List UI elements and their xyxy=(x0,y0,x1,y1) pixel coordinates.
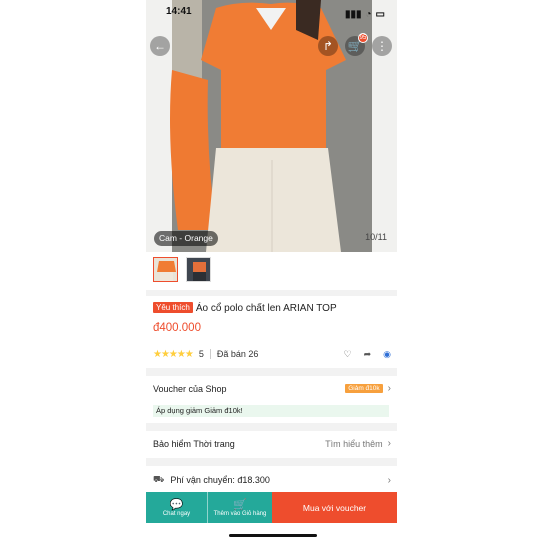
cart-plus-icon: 🛒 xyxy=(233,499,247,511)
status-time: 14:41 xyxy=(166,6,192,17)
variant-label: Cam - Orange xyxy=(154,231,218,246)
thumbnail-strip xyxy=(146,252,397,290)
wifi-icon: ◔ xyxy=(365,8,372,20)
more-icon: ⋮ xyxy=(376,39,388,53)
thumbnail-dark[interactable] xyxy=(186,257,211,282)
cart-badge: 95 xyxy=(358,33,368,43)
voucher-note: Áp dụng giảm Giảm đ10k! xyxy=(153,405,389,417)
product-price: đ400.000 xyxy=(153,322,201,334)
like-icon[interactable]: ♡ xyxy=(344,349,352,360)
chat-button[interactable]: 💬 Chat ngay xyxy=(146,492,208,523)
product-page: 14:41 ▮▮▮ ◔ ▭ ← ↱ 🛒 95 ⋮ Cam - Orange 10… xyxy=(146,0,397,543)
product-title-row: Yêu thích Áo cổ polo chất len ARIAN TOP xyxy=(153,302,393,316)
divider xyxy=(146,290,397,296)
favorite-tag: Yêu thích xyxy=(153,302,193,313)
chat-label: Chat ngay xyxy=(162,511,191,517)
battery-icon: ▭ xyxy=(375,8,385,20)
bottom-action-bar: 💬 Chat ngay 🛒 Thêm vào Giỏ hàng Mua với … xyxy=(146,492,397,523)
rating-row: ★★★★★ 5 Đã bán 26 ♡ ➦ ◉ xyxy=(153,347,391,361)
insurance-row[interactable]: Bảo hiểm Thời trang Tìm hiểu thêm › xyxy=(153,438,391,449)
sold-count: Đã bán 26 xyxy=(216,349,259,359)
learn-more-link[interactable]: Tìm hiểu thêm xyxy=(325,439,383,449)
buy-with-voucher-button[interactable]: Mua với voucher xyxy=(272,492,397,523)
share-icon[interactable]: ➦ xyxy=(364,349,372,360)
truck-icon: ⛟ xyxy=(153,474,165,484)
chevron-right-icon: › xyxy=(387,383,391,394)
chevron-right-icon: › xyxy=(387,438,391,449)
product-title: Áo cổ polo chất len ARIAN TOP xyxy=(195,303,337,314)
shop-voucher-row[interactable]: Voucher của Shop Giảm đ10k › xyxy=(153,383,391,394)
thumbnail-orange[interactable] xyxy=(153,257,178,282)
share-icon: ↱ xyxy=(322,39,334,53)
status-bar: 14:41 ▮▮▮ ◔ ▭ xyxy=(146,6,397,22)
rating-value: 5 xyxy=(198,349,204,359)
product-image-gallery[interactable]: 14:41 ▮▮▮ ◔ ▭ ← ↱ 🛒 95 ⋮ Cam - Orange 10… xyxy=(146,0,397,252)
add-to-cart-label: Thêm vào Giỏ hàng xyxy=(213,511,267,517)
voucher-chip: Giảm đ10k xyxy=(345,384,383,393)
home-indicator xyxy=(229,534,317,537)
insurance-label: Bảo hiểm Thời trang xyxy=(153,438,235,449)
divider xyxy=(146,368,397,376)
cart-button[interactable]: 🛒 95 xyxy=(345,33,368,56)
rating-stars-icon: ★★★★★ xyxy=(153,348,194,360)
shipping-label: Phí vận chuyển: đ18.300 xyxy=(170,475,270,485)
image-counter: 10/11 xyxy=(365,232,387,242)
divider xyxy=(146,423,397,431)
shipping-row[interactable]: ⛟ Phí vận chuyển: đ18.300 › xyxy=(153,474,391,486)
more-button[interactable]: ⋮ xyxy=(372,36,392,56)
voucher-label: Voucher của Shop xyxy=(153,383,227,394)
add-to-cart-button[interactable]: 🛒 Thêm vào Giỏ hàng xyxy=(208,492,272,523)
chat-icon: 💬 xyxy=(169,499,184,511)
arrow-left-icon: ← xyxy=(154,39,166,53)
chevron-right-icon: › xyxy=(387,474,391,486)
divider xyxy=(146,458,397,466)
share-button[interactable]: ↱ xyxy=(318,36,338,56)
buy-label: Mua với voucher xyxy=(302,502,367,513)
signal-icon: ▮▮▮ xyxy=(344,8,362,20)
back-button[interactable]: ← xyxy=(150,36,170,56)
messenger-icon[interactable]: ◉ xyxy=(383,349,391,360)
